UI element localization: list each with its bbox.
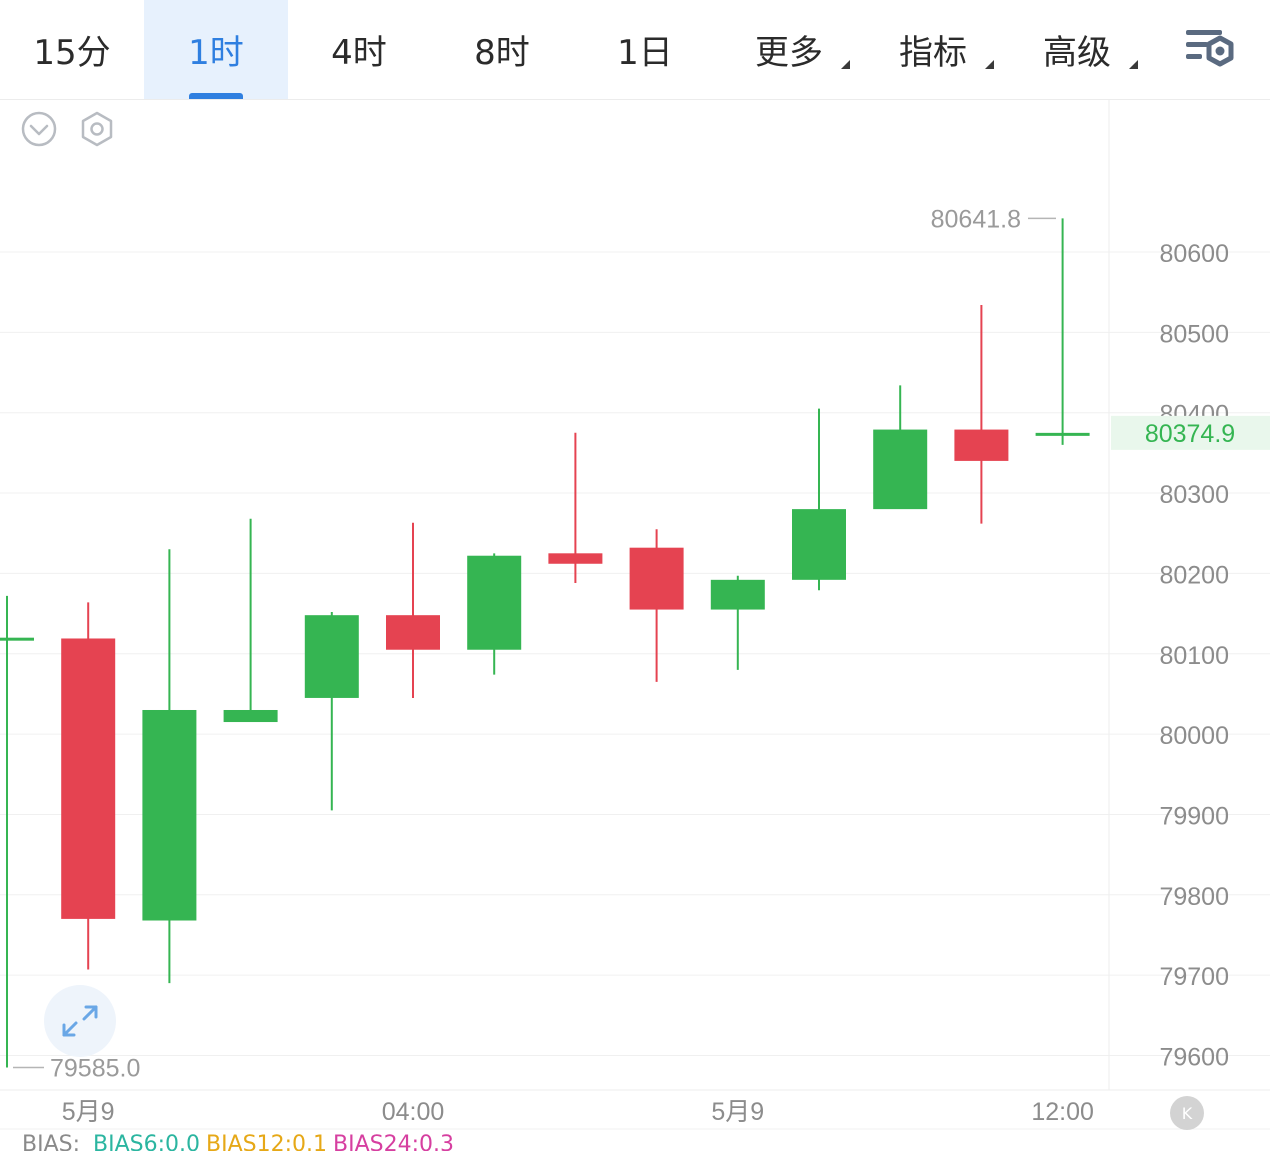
chevron-down-circle-icon[interactable]: [20, 110, 58, 148]
dropdown-caret-icon: [985, 60, 994, 69]
bias-indicator-row: BIAS: BIAS6:0.0 BIAS12:0.1 BIAS24:0.3: [22, 1131, 460, 1151]
tab-3[interactable]: 4时: [287, 0, 431, 99]
dropdown-caret-icon: [1129, 60, 1138, 69]
k-back-button[interactable]: K: [1170, 1096, 1204, 1130]
k-back-icon: K: [1181, 1103, 1193, 1123]
chart-settings-icon: [1186, 30, 1234, 67]
tab-6[interactable]: 更多: [717, 0, 861, 99]
tab-8[interactable]: 高级: [1005, 0, 1149, 99]
bias-indicator-name: BIAS:: [22, 1132, 81, 1151]
tab-label: 8时: [474, 33, 530, 73]
expand-arrows-icon: [62, 1005, 98, 1037]
tab-2[interactable]: 1时: [144, 0, 288, 99]
candlestick-chart-area[interactable]: [0, 100, 1270, 1151]
interval-tab-bar: 15分 1时 4时 8时 1日 更多 指标 高级: [0, 0, 1270, 100]
active-tab-indicator: [189, 93, 243, 99]
tab-label: 15分: [33, 33, 111, 73]
tab-label: 指标: [899, 33, 967, 73]
tab-label: 1日: [617, 33, 673, 73]
tab-5[interactable]: 1日: [573, 0, 717, 99]
bias-indicator-value: BIAS6:0.0: [93, 1132, 201, 1151]
tab-label: 更多: [755, 33, 823, 73]
chart-settings-button[interactable]: [1180, 22, 1240, 78]
tab-7[interactable]: 指标: [861, 0, 1005, 99]
tab-label: 高级: [1043, 33, 1111, 73]
tab-label: 1时: [188, 33, 244, 73]
tab-4[interactable]: 8时: [430, 0, 574, 99]
bias-indicator-value: BIAS12:0.1: [206, 1132, 328, 1151]
expand-button[interactable]: [44, 985, 116, 1057]
dropdown-caret-icon: [841, 60, 850, 69]
tab-label: 4时: [331, 33, 387, 73]
tab-1[interactable]: 15分: [0, 0, 144, 99]
hexagon-settings-icon[interactable]: [78, 110, 116, 148]
bias-indicator-value: BIAS24:0.3: [333, 1132, 455, 1151]
